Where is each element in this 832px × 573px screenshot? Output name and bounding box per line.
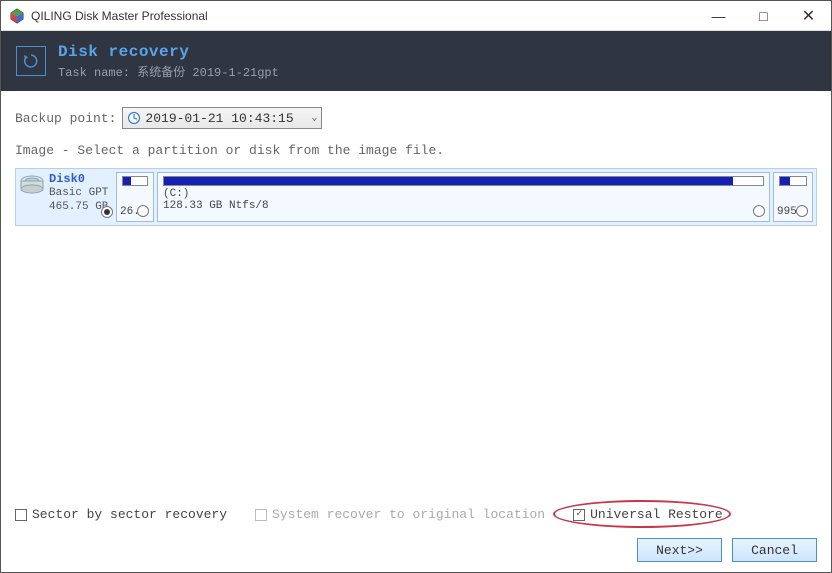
partition-1[interactable]: (C:) 128.33 GB Ntfs/8 — [157, 172, 770, 222]
task-name: Task name: 系统备份 2019-1-21gpt — [58, 63, 279, 80]
titlebar: QILING Disk Master Professional — □ ✕ — [1, 1, 831, 31]
minimize-button[interactable]: — — [696, 1, 741, 30]
next-button[interactable]: Next>> — [637, 538, 722, 562]
recovery-icon — [16, 46, 46, 76]
partition-1-radio[interactable] — [753, 205, 765, 217]
instruction-text: Image - Select a partition or disk from … — [15, 143, 817, 158]
app-title: QILING Disk Master Professional — [31, 9, 696, 23]
partition-1-size: 128.33 GB Ntfs/8 — [163, 200, 764, 212]
page-title: Disk recovery — [58, 43, 279, 61]
universal-restore-checkbox[interactable]: Universal Restore — [573, 507, 723, 522]
clock-icon — [127, 111, 141, 125]
backup-point-value: 2019-01-21 10:43:15 — [145, 111, 317, 126]
checkbox-icon — [255, 509, 267, 521]
partition-0[interactable]: 26. — [116, 172, 154, 222]
partition-1-detail: (C:) — [163, 188, 764, 200]
maximize-button[interactable]: □ — [741, 1, 786, 30]
chevron-down-icon: ⌄ — [311, 112, 317, 124]
app-icon — [9, 8, 25, 24]
partition-2-radio[interactable] — [796, 205, 808, 217]
disk-info[interactable]: Disk0 Basic GPT 465.75 GB — [19, 172, 113, 222]
partition-0-radio[interactable] — [137, 205, 149, 217]
sector-recovery-checkbox[interactable]: Sector by sector recovery — [15, 507, 227, 522]
checkbox-icon — [573, 509, 585, 521]
checkbox-icon — [15, 509, 27, 521]
options-row: Sector by sector recovery System recover… — [15, 507, 817, 522]
disk-size: 465.75 GB — [49, 200, 108, 214]
backup-point-dropdown[interactable]: 2019-01-21 10:43:15 ⌄ — [122, 107, 322, 129]
page-header: Disk recovery Task name: 系统备份 2019-1-21g… — [1, 31, 831, 91]
disk-icon — [19, 174, 45, 194]
disk-radio[interactable] — [101, 206, 113, 218]
disk-panel: Disk0 Basic GPT 465.75 GB 26. (C:) 128.3… — [15, 168, 817, 226]
disk-type: Basic GPT — [49, 186, 108, 200]
backup-point-label: Backup point: — [15, 111, 116, 126]
close-button[interactable]: ✕ — [786, 1, 831, 30]
cancel-button[interactable]: Cancel — [732, 538, 817, 562]
partition-2[interactable]: 995. — [773, 172, 813, 222]
disk-name: Disk0 — [49, 172, 108, 186]
system-recover-checkbox: System recover to original location — [255, 507, 545, 522]
window-controls: — □ ✕ — [696, 1, 831, 30]
